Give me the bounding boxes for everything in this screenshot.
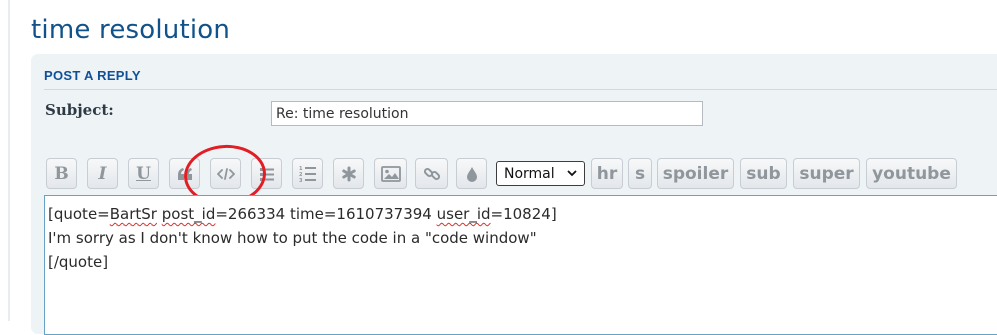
underline-button[interactable]: U: [128, 158, 159, 189]
subject-label: Subject:: [45, 101, 114, 119]
editor-line-3: [/quote]: [48, 253, 109, 271]
color-drop-icon: [466, 166, 477, 182]
code-icon: [216, 167, 235, 180]
quote-params-end: =10824]: [490, 205, 557, 223]
quote-author: BartSr: [109, 205, 157, 223]
italic-icon: I: [98, 163, 107, 184]
link-button[interactable]: [415, 158, 448, 189]
panel-header: POST A REPLY: [44, 68, 141, 83]
list-item-button[interactable]: [333, 158, 364, 189]
page-title: time resolution: [31, 15, 231, 45]
bold-icon: B: [54, 163, 69, 184]
image-button[interactable]: [374, 158, 407, 189]
svg-text:3: 3: [299, 178, 303, 182]
quote-open-tag: [quote=: [48, 205, 110, 223]
user-id-key: user_id: [436, 205, 491, 223]
bold-button[interactable]: B: [46, 158, 77, 189]
left-page-rule: [8, 0, 10, 321]
code-button[interactable]: [210, 158, 241, 189]
super-button-label: super: [799, 163, 854, 184]
youtube-button-label: youtube: [872, 163, 951, 184]
font-color-button[interactable]: [456, 158, 487, 189]
strike-button[interactable]: s: [628, 158, 652, 189]
strike-button-label: s: [634, 163, 646, 184]
asterisk-icon: [341, 166, 356, 181]
quote-button[interactable]: [169, 158, 200, 189]
super-button[interactable]: super: [793, 158, 860, 189]
editor-line-1: [quote=BartSr post_id=266334 time=161073…: [48, 202, 997, 226]
underline-icon: U: [136, 163, 151, 184]
message-textarea[interactable]: [quote=BartSr post_id=266334 time=161073…: [44, 195, 997, 335]
youtube-button[interactable]: youtube: [866, 158, 957, 189]
quote-params: =266334 time=1610737394: [215, 205, 437, 223]
hr-button-label: hr: [596, 163, 618, 184]
font-size-selected: Normal: [504, 165, 555, 182]
link-icon: [423, 167, 440, 180]
hr-button[interactable]: hr: [591, 158, 623, 189]
sub-button-label: sub: [746, 163, 781, 184]
subject-input[interactable]: [271, 101, 703, 126]
editor-line-2: I'm sorry as I don't know how to put the…: [48, 229, 537, 247]
sub-button[interactable]: sub: [740, 158, 787, 189]
italic-button[interactable]: I: [87, 158, 118, 189]
spoiler-button[interactable]: spoiler: [657, 158, 734, 189]
image-icon: [380, 165, 401, 182]
bullet-list-icon: [259, 167, 274, 181]
post-id-key: post_id: [161, 205, 216, 223]
chevron-down-icon: [567, 170, 577, 177]
spoiler-button-label: spoiler: [662, 163, 729, 184]
numbered-list-button[interactable]: 123: [292, 158, 323, 189]
panel-divider: [44, 89, 997, 90]
bullet-list-button[interactable]: [251, 158, 282, 189]
numbered-list-icon: 123: [299, 166, 316, 182]
font-size-select[interactable]: Normal: [496, 161, 585, 186]
quote-icon: [177, 167, 192, 180]
